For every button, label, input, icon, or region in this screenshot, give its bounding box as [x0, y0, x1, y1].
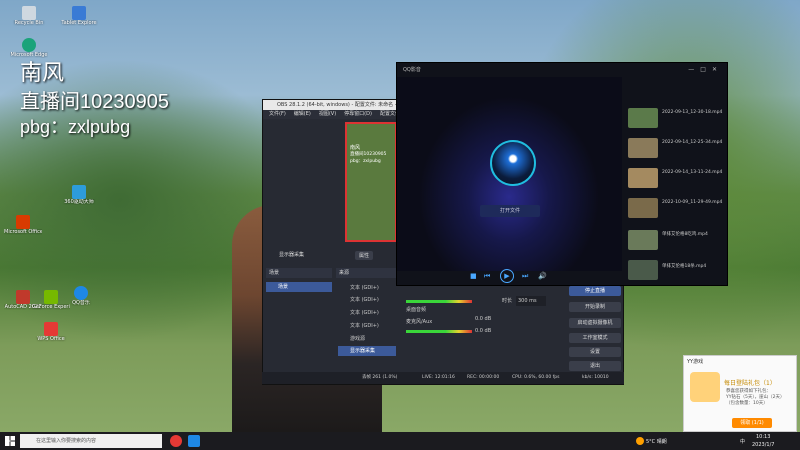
edge-icon: [22, 38, 36, 52]
qq-window-controls[interactable]: —□✕: [688, 66, 723, 73]
qq-player-logo: [490, 140, 536, 186]
office-icon: [16, 215, 30, 229]
playlist-item[interactable]: 单排艾伦格8吃鸡.mp4: [662, 232, 724, 238]
notification-app-name: YY游戏: [687, 359, 704, 365]
start-menu-icon[interactable]: [5, 436, 15, 446]
play-icon[interactable]: ▶: [500, 269, 514, 283]
ime-indicator[interactable]: 中: [740, 438, 745, 445]
start-recording-button[interactable]: 开始录制: [569, 302, 621, 312]
desktop-icon-wps[interactable]: WPS Office: [32, 322, 70, 342]
autocad-icon: [16, 290, 30, 304]
stop-icon[interactable]: ■: [470, 272, 477, 280]
desktop-icon-360-driver[interactable]: 360驱动大师: [60, 185, 98, 205]
stop-streaming-button[interactable]: 停止直播: [569, 286, 621, 296]
playlist-thumbnail[interactable]: [628, 260, 658, 280]
qq-music-icon: [74, 286, 88, 300]
exit-button[interactable]: 退出: [569, 361, 621, 371]
minimize-icon[interactable]: —: [688, 66, 700, 73]
volume-icon[interactable]: 🔊: [538, 272, 547, 280]
start-virtual-camera-button[interactable]: 启动虚拟摄像机: [569, 318, 621, 328]
weather-text[interactable]: 5°C 晴朗: [646, 438, 667, 445]
playlist-item[interactable]: 单排艾伦格18杀.mp4: [662, 264, 724, 270]
playlist-thumbnail[interactable]: [628, 198, 658, 218]
studio-mode-button[interactable]: 工作室模式: [569, 333, 621, 343]
taskbar-search-box[interactable]: 在这里输入你要搜索的内容: [20, 434, 162, 448]
mixer-mic-label: 麦克风/Aux: [406, 319, 433, 325]
qq-player-taskbar-icon[interactable]: [188, 435, 200, 447]
taskbar: 在这里输入你要搜索的内容 5°C 晴朗 中 10:13 2023/1/7: [0, 432, 800, 450]
maximize-icon[interactable]: □: [700, 66, 712, 73]
desktop-icon-recycle-bin[interactable]: Recycle Bin: [10, 6, 48, 26]
notification-body: 恭喜您获得如下礼包： YY钻石（5天），崖山（2天） （包含数量：10天）: [726, 389, 784, 407]
playlist-thumbnail[interactable]: [628, 138, 658, 158]
mixer-mic-db: 0.0 dB: [475, 328, 492, 334]
mixer-meter-desktop: [406, 300, 472, 303]
source-item[interactable]: 显示器采集: [338, 346, 396, 356]
scene-item[interactable]: 场景: [266, 282, 332, 292]
status-cpu: CPU: 0.6%, 60.00 fps: [512, 375, 560, 380]
previous-icon[interactable]: ⏮: [484, 272, 490, 281]
playlist-item[interactable]: 2022-09-14_12-25-34.mp4: [662, 140, 724, 146]
open-file-button[interactable]: 打开文件: [480, 205, 540, 217]
source-item[interactable]: 游戏源: [338, 334, 396, 344]
playlist-item[interactable]: 2022-09-13_12-30-18.mp4: [662, 110, 724, 116]
source-item[interactable]: 文本 (GDI+): [338, 308, 396, 318]
obs-taskbar-icon[interactable]: [170, 435, 182, 447]
obs-menu-docks[interactable]: 停靠窗口(D): [344, 110, 372, 119]
tablet-icon: [72, 6, 86, 20]
sources-dock-header: 来源: [336, 268, 398, 278]
obs-menu-edit[interactable]: 编辑(E): [294, 110, 311, 119]
status-rec-time: REC: 00:00:00: [467, 375, 500, 380]
taskbar-time[interactable]: 10:13: [756, 434, 770, 440]
preview-text-3: pbg：zxlpubg: [350, 159, 381, 164]
status-dropped-frames: 丢帧 261 (1.0%): [362, 375, 398, 380]
playlist-thumbnail[interactable]: [628, 230, 658, 250]
mixer-desktop-audio-label: 桌面音频: [406, 307, 427, 313]
obs-status-bar: 丢帧 261 (1.0%) LIVE: 12:01:16 REC: 00:00:…: [262, 372, 624, 384]
obs-source-toolbar: 显示器采集: [267, 250, 397, 261]
playlist-item[interactable]: 2022-10-09_11-29-49.mp4: [662, 200, 724, 206]
driver-icon: [72, 185, 86, 199]
source-item[interactable]: 文本 (GDI+): [338, 283, 396, 293]
recycle-bin-icon: [22, 6, 36, 20]
mixer-desktop-db: 0.0 dB: [475, 316, 492, 322]
obs-preview-canvas[interactable]: 南风 直播间10230905 pbg：zxlpubg: [345, 122, 397, 242]
overlay-streamer-name: 南风: [20, 60, 65, 85]
notification-body-line: （包含数量：10天）: [726, 401, 768, 406]
overlay-room-id: 直播间10230905: [20, 91, 169, 113]
status-live-time: LIVE: 12:01:16: [422, 375, 455, 380]
qq-player-title: QQ影音: [403, 67, 421, 73]
desktop-icon-qq-music[interactable]: QQ音乐: [62, 286, 100, 306]
gift-icon: [690, 372, 720, 402]
source-item[interactable]: 文本 (GDI+): [338, 295, 396, 305]
playlist-thumbnail[interactable]: [628, 108, 658, 128]
claim-button[interactable]: 领取 (1/1): [732, 418, 772, 428]
status-kbps: kb/s: 10010: [582, 375, 609, 380]
notification-title: 每日登陆礼包（1）: [724, 380, 776, 387]
overlay-game-id: pbg：zxlpubg: [20, 117, 131, 137]
taskbar-date[interactable]: 2023/1/7: [752, 442, 774, 448]
yy-notification[interactable]: YY游戏 每日登陆礼包（1） 恭喜您获得如下礼包： YY钻石（5天），崖山（2天…: [683, 355, 797, 432]
obs-menu-file[interactable]: 文件(F): [269, 110, 286, 119]
desktop-icon-tablet-explore[interactable]: Tablet Explore: [60, 6, 98, 26]
scenes-dock-header: 场景: [266, 268, 332, 278]
transition-duration-input[interactable]: 300 ms: [516, 296, 546, 306]
next-icon[interactable]: ⏭: [522, 272, 528, 281]
source-item[interactable]: 文本 (GDI+): [338, 321, 396, 331]
mixer-meter-mic: [406, 330, 472, 333]
geforce-icon: [44, 290, 58, 304]
playlist-item[interactable]: 2022-09-14_13-11-24.mp4: [662, 170, 724, 176]
obs-menu-view[interactable]: 视图(V): [319, 110, 336, 119]
playlist-thumbnail[interactable]: [628, 168, 658, 188]
close-icon[interactable]: ✕: [712, 66, 723, 73]
preview-text-2: 直播间10230905: [350, 152, 387, 157]
current-source-label: 显示器采集: [279, 252, 305, 258]
settings-button[interactable]: 设置: [569, 347, 621, 357]
weather-icon: [636, 437, 644, 445]
preview-text-1: 南风: [350, 145, 361, 151]
properties-button[interactable]: 属性: [355, 251, 374, 260]
wps-icon: [44, 322, 58, 336]
desktop-icon-microsoft-office[interactable]: Microsoft Office: [4, 215, 42, 235]
